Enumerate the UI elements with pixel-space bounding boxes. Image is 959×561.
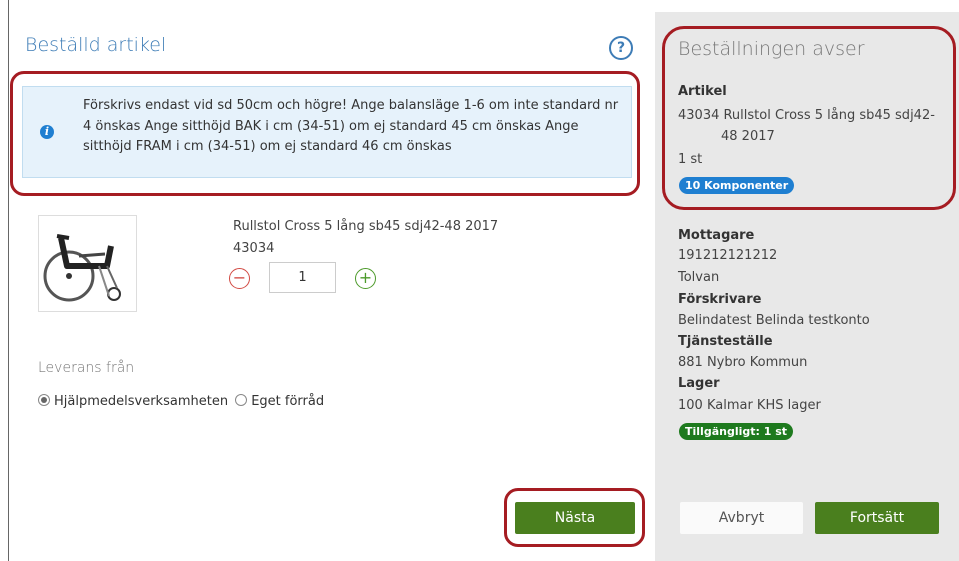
delivery-options: Hjälpmedelsverksamheten Eget förråd: [38, 394, 324, 409]
stock-heading: Lager: [678, 376, 720, 391]
recipient-id: 191212121212: [678, 248, 778, 263]
main-panel: Beställd artikel ? i Förskrivs endast vi…: [0, 0, 655, 561]
highlight-summary: [662, 26, 956, 210]
highlight-info: [10, 71, 640, 196]
product-image: [38, 215, 137, 312]
increase-quantity-icon[interactable]: +: [355, 268, 376, 289]
radio-hjalpmedel-label[interactable]: Hjälpmedelsverksamheten: [54, 394, 228, 409]
radio-eget-forrad-label[interactable]: Eget förråd: [251, 394, 324, 409]
help-icon[interactable]: ?: [609, 36, 633, 60]
unit-heading: Tjänsteställe: [678, 334, 773, 349]
radio-eget-forrad[interactable]: [235, 394, 248, 406]
prescriber-name: Belindatest Belinda testkonto: [678, 313, 870, 328]
prescriber-heading: Förskrivare: [678, 292, 762, 307]
recipient-heading: Mottagare: [678, 228, 755, 243]
product-name: Rullstol Cross 5 lång sb45 sdj42-48 2017: [233, 219, 499, 234]
quantity-input[interactable]: 1: [269, 262, 336, 293]
highlight-next: [504, 488, 645, 547]
continue-button[interactable]: Fortsätt: [815, 502, 939, 534]
radio-hjalpmedel[interactable]: [38, 394, 50, 406]
cancel-button[interactable]: Avbryt: [680, 502, 803, 534]
wheelchair-icon: [43, 234, 121, 302]
availability-badge: Tillgängligt: 1 st: [679, 423, 794, 440]
delivery-label: Leverans från: [38, 360, 135, 376]
recipient-name: Tolvan: [678, 270, 720, 285]
page-title: Beställd artikel: [25, 34, 167, 56]
decrease-quantity-icon[interactable]: −: [229, 268, 250, 289]
product-code: 43034: [233, 241, 275, 256]
stock-name: 100 Kalmar KHS lager: [678, 398, 821, 413]
unit-name: 881 Nybro Kommun: [678, 355, 808, 370]
